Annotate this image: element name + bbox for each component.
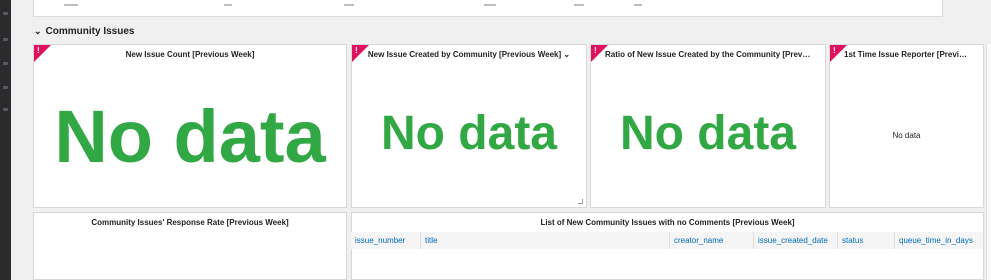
nav-icon[interactable] (3, 12, 8, 15)
column-header-creator-name[interactable]: creator_name (674, 232, 723, 249)
table-header-row: issue_number title creator_name issue_cr… (351, 232, 983, 249)
no-data-message: No data (380, 107, 557, 160)
chevron-down-icon: ⌄ (34, 25, 42, 36)
truncated-text-fragment (224, 4, 232, 6)
panel-title[interactable]: Ratio of New Issue Created by the Commun… (591, 50, 825, 59)
nav-icon[interactable] (3, 86, 8, 89)
panel-first-time-reporter[interactable]: ! 1st Time Issue Reporter [Previous ... … (829, 44, 984, 208)
page-scrollbar[interactable] (986, 44, 991, 280)
row-header-community-issues[interactable]: ⌄ Community Issues (34, 24, 134, 38)
resize-handle-icon[interactable] (578, 199, 583, 204)
column-divider[interactable] (669, 232, 670, 249)
panel-title[interactable]: New Issue Count [Previous Week] (34, 50, 346, 59)
column-divider[interactable] (837, 232, 838, 249)
column-header-title[interactable]: title (425, 232, 437, 249)
panel-title[interactable]: 1st Time Issue Reporter [Previous ... (830, 50, 983, 59)
column-divider[interactable] (420, 232, 421, 249)
panel-title-text: New Issue Created by Community [Previous… (367, 50, 562, 59)
panel-title[interactable]: List of New Community Issues with no Com… (352, 218, 983, 227)
truncated-text-fragment (634, 4, 642, 6)
column-header-queue-time-in-days[interactable]: queue_time_in_days (899, 232, 973, 249)
column-header-status[interactable]: status (842, 232, 863, 249)
row-title: Community Issues (45, 25, 135, 37)
panel-title[interactable]: Community Issues' Response Rate [Previou… (34, 218, 346, 227)
truncated-text-fragment (484, 4, 496, 6)
panel-ratio-new-issue[interactable]: ! Ratio of New Issue Created by the Comm… (590, 44, 826, 208)
left-nav-sidebar (0, 0, 11, 280)
no-data-message: No data (54, 95, 326, 178)
truncated-text-fragment (344, 4, 354, 6)
nav-icon[interactable] (3, 108, 8, 111)
column-divider[interactable] (894, 232, 895, 249)
truncated-text-fragment (574, 4, 584, 6)
chevron-down-icon[interactable]: ⌄ (563, 50, 570, 59)
panel-new-issue-count[interactable]: ! New Issue Count [Previous Week] No dat… (33, 44, 347, 208)
nav-icon[interactable] (3, 38, 8, 41)
nav-icon[interactable] (3, 62, 8, 65)
column-header-issue-number[interactable]: issue_number (355, 232, 405, 249)
previous-panel-bottom (33, 0, 943, 17)
column-header-issue-created-date[interactable]: issue_created_date (758, 232, 828, 249)
no-data-message: No data (892, 131, 921, 140)
panel-title[interactable]: New Issue Created by Community [Previous… (352, 50, 586, 59)
column-divider[interactable] (753, 232, 754, 249)
panel-new-issue-created-by-community[interactable]: ! New Issue Created by Community [Previo… (351, 44, 587, 208)
no-data-message: No data (619, 107, 796, 160)
panel-response-rate[interactable]: Community Issues' Response Rate [Previou… (33, 212, 347, 280)
truncated-text-fragment (64, 4, 78, 6)
